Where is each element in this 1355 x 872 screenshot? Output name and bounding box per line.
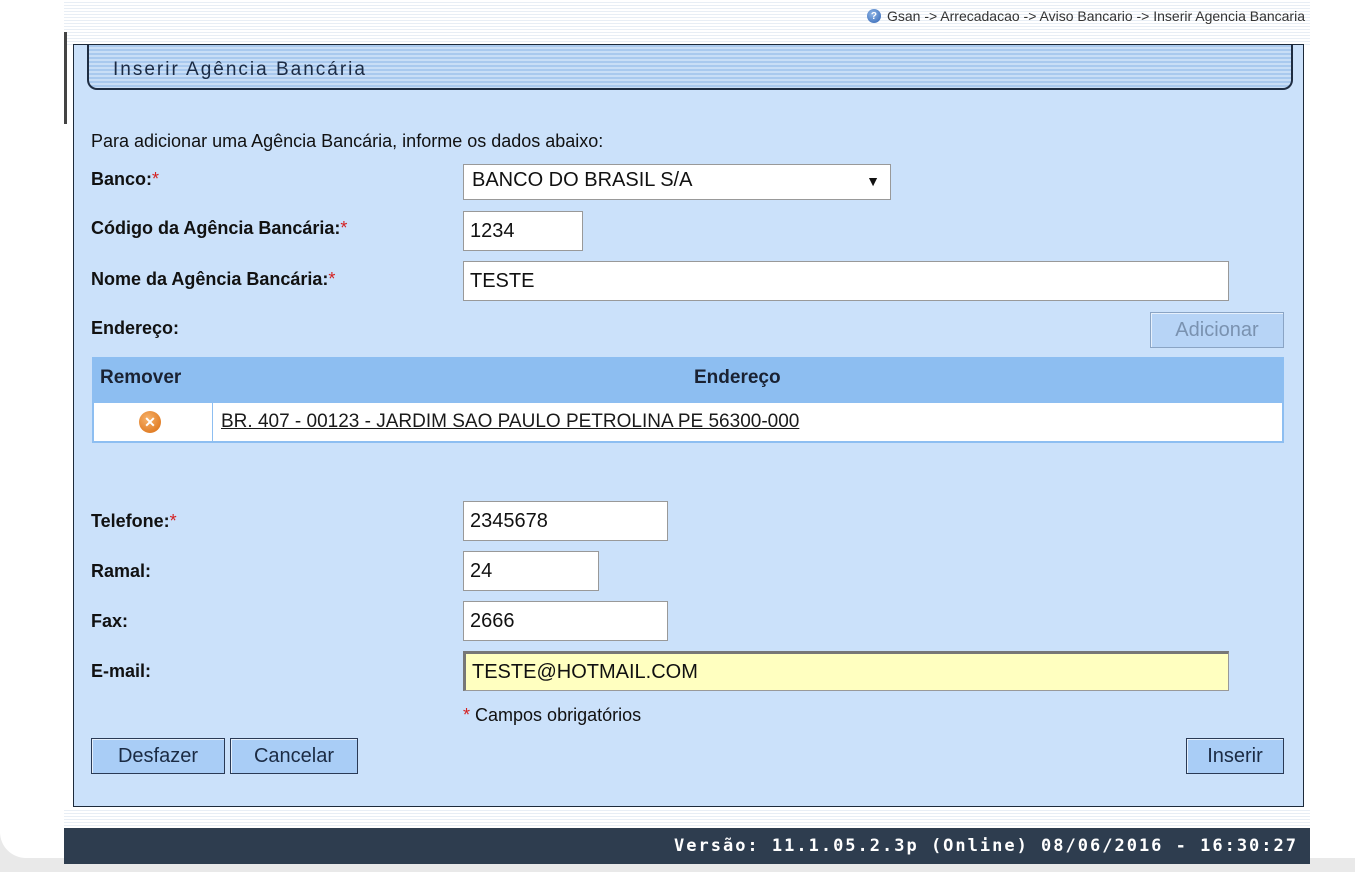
page-title: Inserir Agência Bancária [113,59,367,80]
table-row: ✕ BR. 407 - 00123 - JARDIM SAO PAULO PET… [92,401,1284,443]
dropdown-arrow-icon: ▼ [866,173,880,189]
banco-select-value: BANCO DO BRASIL S/A [472,169,693,191]
instructions-text: Para adicionar uma Agência Bancária, inf… [91,131,604,151]
telefone-input[interactable] [463,501,668,541]
column-header-remover: Remover [100,367,182,388]
column-divider [212,403,213,441]
desfazer-button[interactable]: Desfazer [91,738,225,774]
nome-input[interactable] [463,261,1229,301]
address-link[interactable]: BR. 407 - 00123 - JARDIM SAO PAULO PETRO… [221,411,799,433]
version-text: Versão: 11.1.05.2.3p (Online) 08/06/2016… [674,836,1298,856]
address-table-header: Remover Endereço [92,357,1284,401]
banco-label: Banco:* [91,169,160,189]
form-panel: Inserir Agência Bancária Para adicionar … [73,44,1304,807]
codigo-input[interactable] [463,211,583,251]
adicionar-button[interactable]: Adicionar [1150,312,1284,348]
email-label: E-mail: [91,661,152,681]
breadcrumb: ? Gsan -> Arrecadacao -> Aviso Bancario … [866,8,1305,24]
footer-bar: Versão: 11.1.05.2.3p (Online) 08/06/2016… [64,828,1310,864]
left-accent-bar [64,32,67,124]
title-bar: Inserir Agência Bancária [87,45,1293,90]
fax-label: Fax: [91,611,129,631]
inserir-button[interactable]: Inserir [1186,738,1284,774]
help-icon[interactable]: ? [866,9,881,23]
breadcrumb-text: Gsan -> Arrecadacao -> Aviso Bancario ->… [886,8,1305,24]
page-background: ? Gsan -> Arrecadacao -> Aviso Bancario … [0,0,1355,864]
telefone-label: Telefone:* [91,511,177,531]
column-header-endereco: Endereço [694,367,781,388]
required-note: * Campos obrigatórios [463,705,642,725]
banco-select[interactable]: BANCO DO BRASIL S/A ▼ [463,164,891,200]
fax-input[interactable] [463,601,668,641]
ramal-input[interactable] [463,551,599,591]
endereco-label: Endereço: [91,318,180,338]
cancelar-button[interactable]: Cancelar [230,738,358,774]
remove-icon[interactable]: ✕ [139,411,161,433]
footer-stripes [64,808,1310,828]
ramal-label: Ramal: [91,561,152,581]
email-input[interactable] [463,651,1229,691]
nome-label: Nome da Agência Bancária:* [91,269,336,289]
codigo-label: Código da Agência Bancária:* [91,218,348,238]
